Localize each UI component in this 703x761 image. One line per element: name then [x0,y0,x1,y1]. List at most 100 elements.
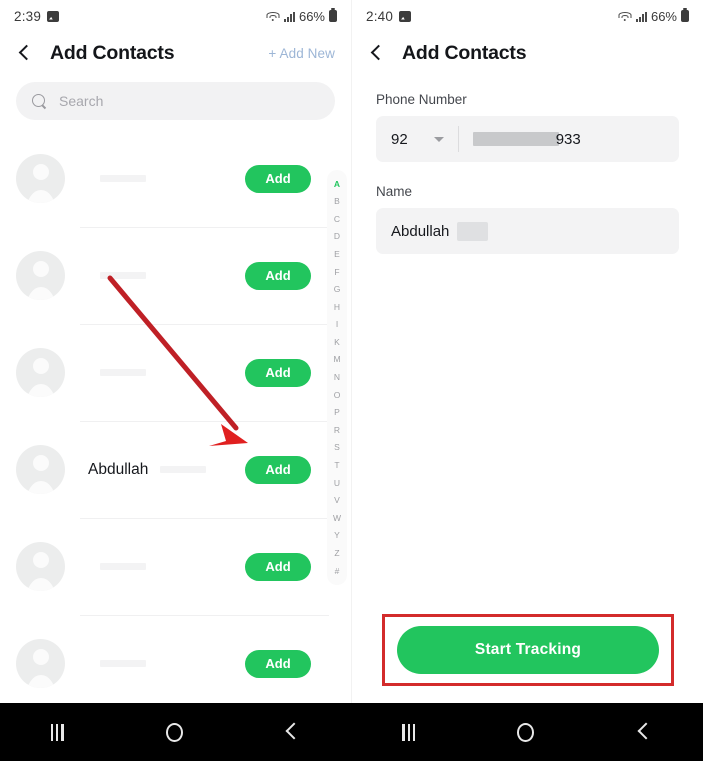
page-title: Add Contacts [402,41,527,64]
alpha-index-f[interactable]: F [334,263,339,281]
alpha-index-d[interactable]: D [334,228,340,246]
status-time: 2:40 [366,8,394,24]
name-value: Abdullah [391,222,450,240]
phone-number-field[interactable]: 92 933 [376,116,679,162]
page-title: Add Contacts [50,41,175,64]
alpha-index-e[interactable]: E [334,245,340,263]
alpha-index-w[interactable]: W [333,509,341,527]
redacted-block [100,660,146,667]
alpha-index-v[interactable]: V [334,492,340,510]
back-chevron-icon[interactable] [368,44,386,62]
battery-percent: 66% [650,8,677,24]
left-phone-panel: 2:39 66% Add Contacts + Add New Search A… [0,0,351,703]
add-contact-button[interactable]: Add [245,164,311,193]
alpha-index-s[interactable]: S [334,439,340,457]
status-time: 2:39 [14,8,42,24]
avatar [16,251,65,300]
add-new-link[interactable]: + Add New [268,46,335,61]
alpha-index-m[interactable]: M [333,351,340,369]
avatar [16,154,65,203]
alpha-index-a[interactable]: A [334,175,340,193]
alpha-index-r[interactable]: R [334,421,340,439]
status-bar-right: 2:40 66% [352,0,703,32]
phone-number-label: Phone Number [376,92,467,107]
table-row[interactable]: Add [0,324,351,421]
alpha-index-c[interactable]: C [334,210,340,228]
image-icon [399,10,412,22]
name-label: Name [376,184,413,199]
redacted-block [457,221,489,241]
alpha-index-u[interactable]: U [334,474,340,492]
battery-icon [329,10,337,22]
search-input[interactable]: Search [16,82,335,120]
back-icon[interactable] [284,724,300,740]
app-header-left: Add Contacts + Add New [0,32,351,74]
battery-percent: 66% [298,8,325,24]
home-icon[interactable] [517,722,535,742]
alpha-index-k[interactable]: K [334,333,340,351]
status-indicators: 66% [266,9,337,24]
alpha-index-g[interactable]: G [334,281,341,299]
add-contact-button[interactable]: Add [245,261,311,290]
country-code-value: 92 [391,130,408,148]
chevron-down-icon[interactable] [433,136,444,142]
nav-bar-left [0,703,352,761]
status-indicators: 66% [618,9,689,24]
alpha-index-b[interactable]: B [334,193,340,211]
nav-bar-right [352,703,703,761]
add-contact-form: Phone Number 92 933 Name Abdullah [352,74,703,254]
redacted-block [472,132,559,146]
alpha-index-n[interactable]: N [334,369,340,387]
alpha-index-hash[interactable]: # [335,562,340,580]
recents-icon[interactable] [402,723,416,741]
signal-icon [635,11,647,22]
android-nav-bar [0,703,703,761]
alpha-index-t[interactable]: T [334,457,339,475]
alpha-index-i[interactable]: I [336,316,338,334]
field-divider [457,126,459,152]
alpha-index-p[interactable]: P [334,404,340,422]
redacted-block [160,466,207,473]
signal-icon [283,11,295,22]
add-contact-button-abdullah[interactable]: Add [245,455,311,484]
redacted-block [100,563,146,570]
avatar [16,348,65,397]
table-row[interactable]: Add [0,615,351,703]
table-row[interactable]: Add [0,518,351,615]
start-tracking-button[interactable]: Start Tracking [397,626,659,674]
table-row[interactable]: Add [0,227,351,324]
alpha-index-z[interactable]: Z [334,544,339,562]
search-placeholder: Search [59,93,104,109]
recents-icon[interactable] [50,723,64,741]
phone-visible-digits: 933 [555,130,581,148]
alpha-index-h[interactable]: H [334,298,340,316]
screenshot-root: 2:39 66% Add Contacts + Add New Search A… [0,0,703,761]
status-bar-left: 2:39 66% [0,0,351,32]
table-row[interactable]: Abdullah Add [0,421,351,518]
redacted-block [100,272,146,279]
back-icon[interactable] [636,724,652,740]
back-chevron-icon[interactable] [16,44,34,62]
alpha-index-o[interactable]: O [334,386,341,404]
right-phone-panel: 2:40 66% Add Contacts Phone Number 92 93… [352,0,703,703]
alphabet-index[interactable]: A B C D E F G H I K M N O P R S T U V W Y Z # [327,170,347,585]
search-container: Search [0,74,351,130]
name-field[interactable]: Abdullah [376,208,679,254]
battery-icon [681,10,689,22]
add-contact-button[interactable]: Add [245,649,311,678]
avatar [16,542,65,591]
alpha-index-y[interactable]: Y [334,527,340,545]
add-contact-button[interactable]: Add [245,358,311,387]
home-icon[interactable] [165,722,183,742]
contact-list: Add Add Add Abdullah Add Add Add [0,130,351,703]
wifi-icon [266,11,280,22]
image-icon [47,10,60,22]
search-icon [32,93,47,109]
redacted-block [100,369,146,376]
avatar [16,639,65,688]
redacted-block [100,175,146,182]
table-row[interactable]: Add [0,130,351,227]
app-header-right: Add Contacts [352,32,703,74]
add-contact-button[interactable]: Add [245,552,311,581]
